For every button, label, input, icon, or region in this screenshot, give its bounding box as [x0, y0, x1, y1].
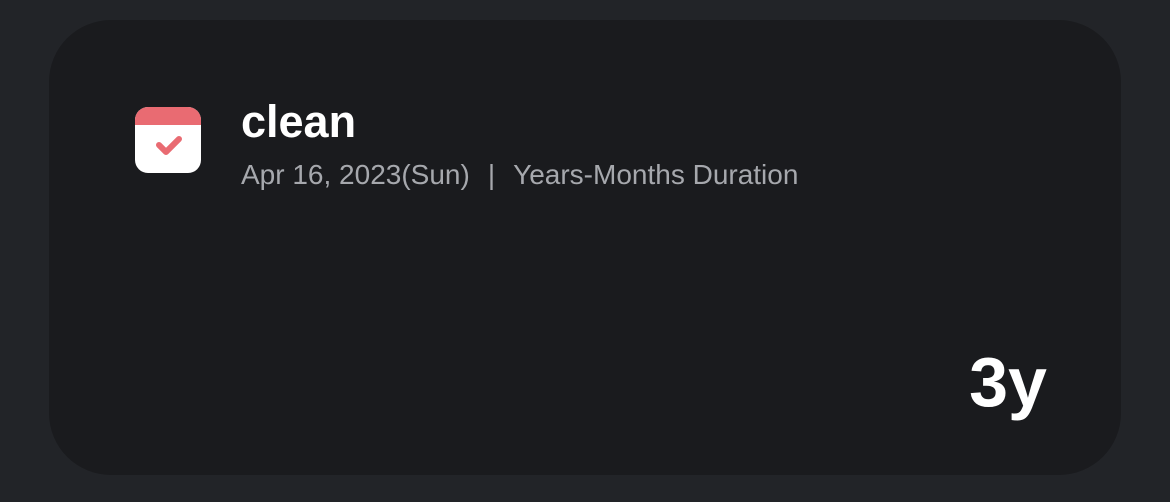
- calendar-check-icon: [135, 107, 201, 173]
- event-date: Apr 16, 2023(Sun): [241, 159, 470, 190]
- subtitle-separator: |: [487, 159, 496, 190]
- event-title: clean: [241, 96, 357, 147]
- check-mark-icon: [156, 136, 182, 155]
- home-screen: clean Apr 16, 2023(Sun) | Years-Months Dur…: [0, 0, 1170, 502]
- event-subtitle: Apr 16, 2023(Sun) | Years-Months Duration: [241, 158, 798, 192]
- countdown-widget[interactable]: clean Apr 16, 2023(Sun) | Years-Months Dur…: [49, 20, 1121, 475]
- duration-mode: Years-Months Duration: [513, 159, 799, 190]
- duration-value: 3y: [969, 343, 1047, 421]
